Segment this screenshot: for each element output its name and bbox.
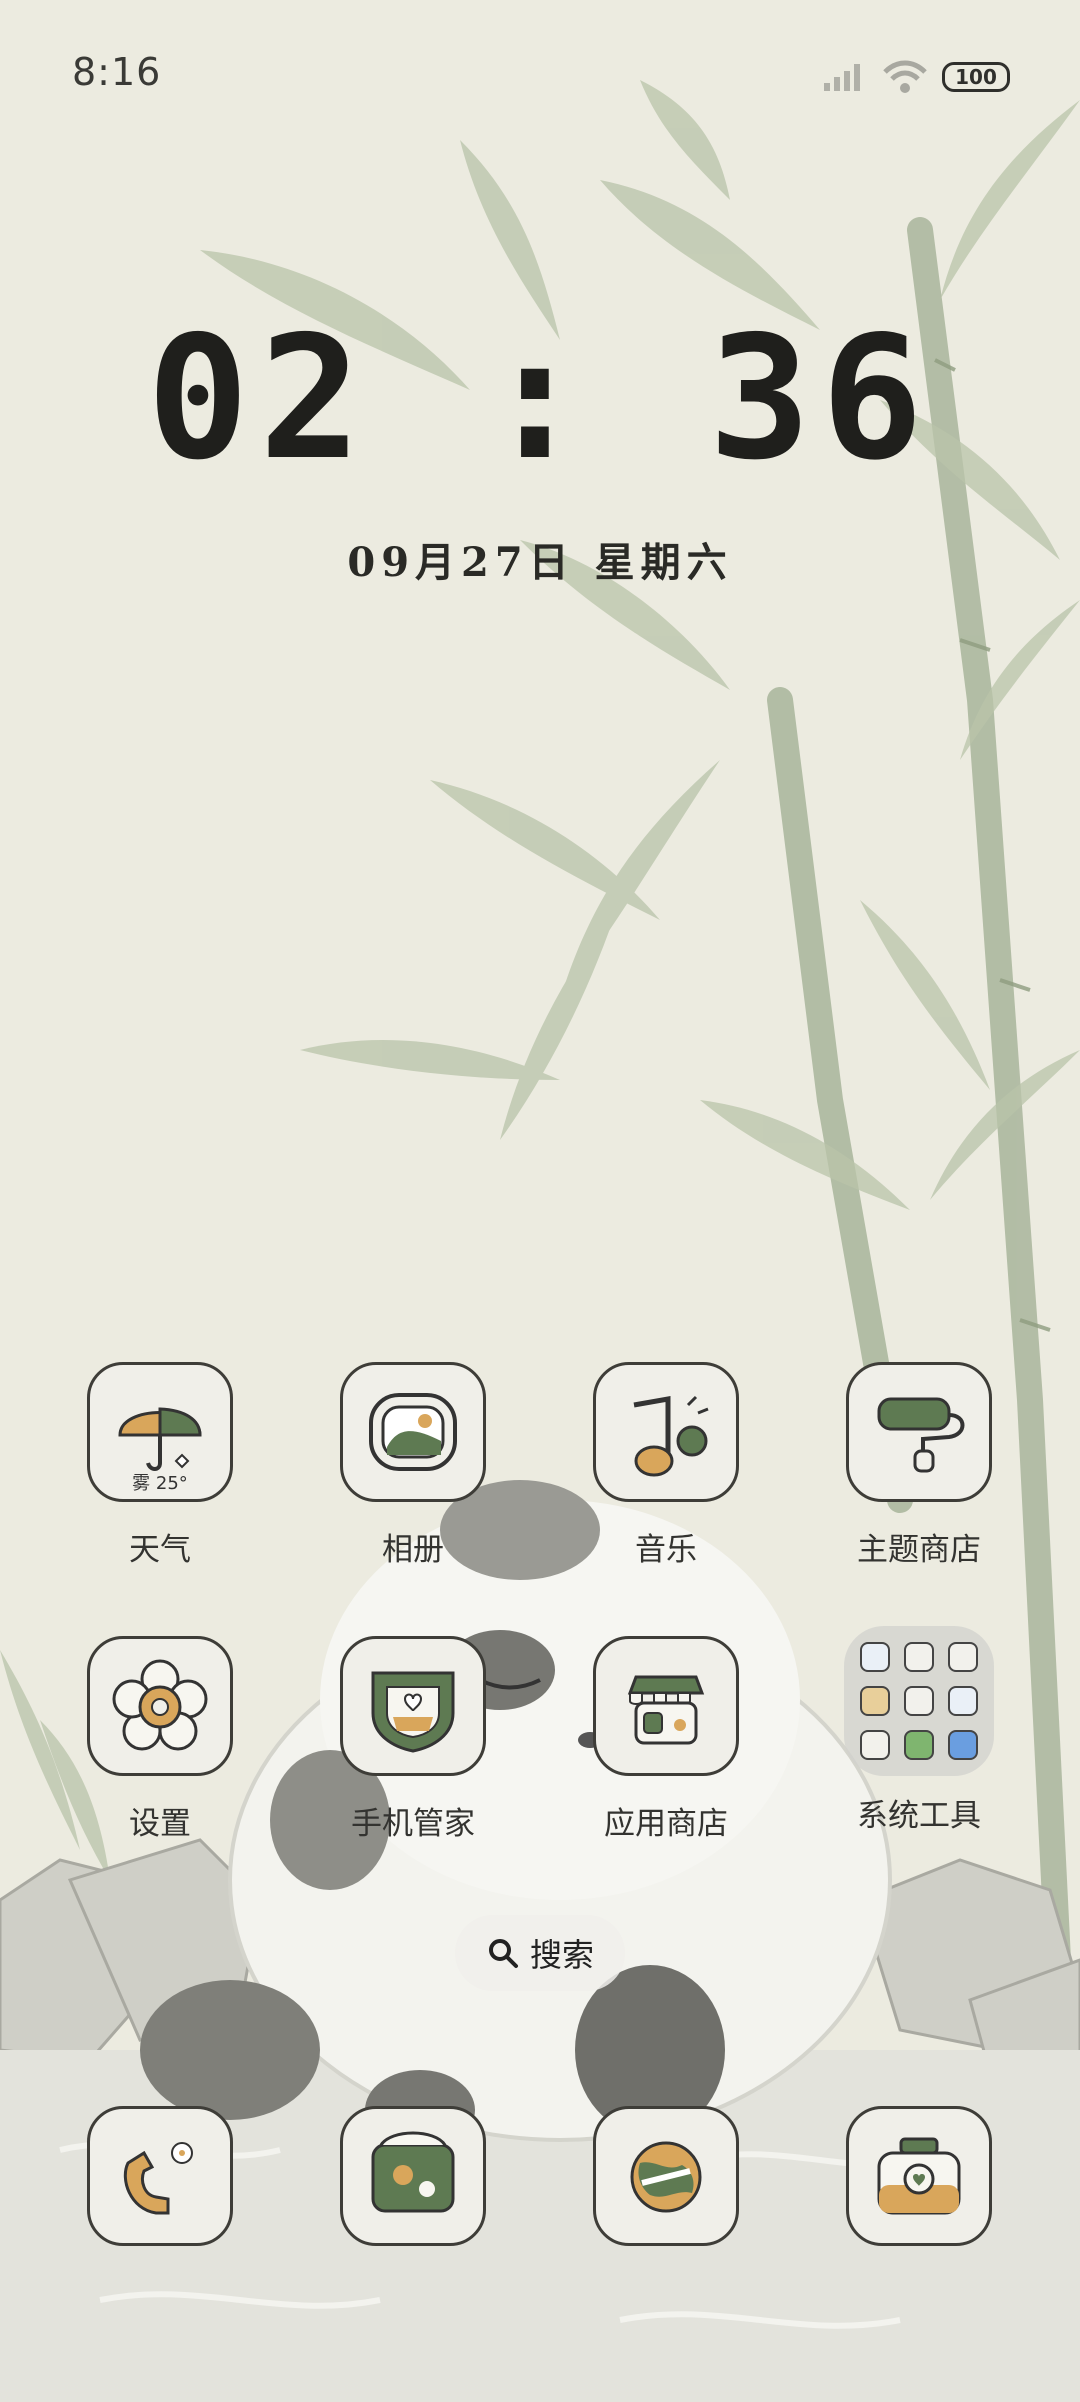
gallery-icon xyxy=(340,1362,486,1502)
folder-app-icon xyxy=(904,1730,934,1760)
search-label: 搜索 xyxy=(529,1936,594,1974)
folder-app-icon xyxy=(860,1686,890,1716)
folder-app-icon xyxy=(948,1686,978,1716)
status-icons: 100 xyxy=(822,60,1010,94)
camera-icon xyxy=(846,2106,992,2246)
app-theme-store[interactable]: 主题商店 xyxy=(819,1362,1019,1569)
battery-indicator: 100 xyxy=(942,62,1010,92)
status-bar: 8:16 100 xyxy=(0,0,1080,150)
folder-app-icon xyxy=(904,1686,934,1716)
folder-system-tools[interactable]: 系统工具 xyxy=(819,1626,1019,1835)
app-label: 系统工具 xyxy=(857,1798,981,1834)
app-label: 应用商店 xyxy=(604,1806,728,1842)
clock-time[interactable]: 02 : 36 xyxy=(0,300,1080,498)
dock-browser[interactable] xyxy=(566,2106,766,2246)
weather-temp: 雾 25° xyxy=(132,1473,188,1494)
settings-flower-icon xyxy=(87,1636,233,1776)
app-label: 音乐 xyxy=(635,1532,697,1568)
weather-umbrella-icon: 雾 25° xyxy=(87,1362,233,1502)
folder-app-icon xyxy=(948,1730,978,1760)
app-label: 天气 xyxy=(129,1532,191,1568)
search-button[interactable]: 搜索 xyxy=(455,1915,625,1991)
theme-store-icon xyxy=(846,1362,992,1502)
app-label: 手机管家 xyxy=(351,1806,475,1842)
app-gallery[interactable]: 相册 xyxy=(313,1362,513,1569)
phone-icon xyxy=(87,2106,233,2246)
app-store-icon xyxy=(593,1636,739,1776)
folder-app-icon xyxy=(948,1642,978,1672)
battery-level: 100 xyxy=(955,65,997,89)
signal-icon xyxy=(824,64,860,91)
music-icon xyxy=(593,1362,739,1502)
status-time: 8:16 xyxy=(72,50,162,94)
folder-icon xyxy=(844,1626,994,1776)
app-music[interactable]: 音乐 xyxy=(566,1362,766,1569)
app-label: 相册 xyxy=(382,1532,444,1568)
search-icon xyxy=(488,1939,518,1968)
dock-messages[interactable] xyxy=(313,2106,513,2246)
dock-camera[interactable] xyxy=(819,2106,1019,2246)
clock-date[interactable]: 09月27日 星期六 xyxy=(0,530,1080,588)
app-settings[interactable]: 设置 xyxy=(60,1636,260,1843)
app-label: 主题商店 xyxy=(857,1532,981,1568)
app-weather[interactable]: 雾 25° 天气 xyxy=(60,1362,260,1569)
wifi-icon xyxy=(883,60,927,93)
folder-app-icon xyxy=(904,1642,934,1672)
messages-icon xyxy=(340,2106,486,2246)
app-label: 设置 xyxy=(129,1806,191,1842)
folder-app-icon xyxy=(860,1730,890,1760)
phone-manager-icon xyxy=(340,1636,486,1776)
app-store[interactable]: 应用商店 xyxy=(566,1636,766,1843)
dock-phone[interactable] xyxy=(60,2106,260,2246)
folder-app-icon xyxy=(860,1642,890,1672)
browser-icon xyxy=(593,2106,739,2246)
app-phone-manager[interactable]: 手机管家 xyxy=(313,1636,513,1843)
